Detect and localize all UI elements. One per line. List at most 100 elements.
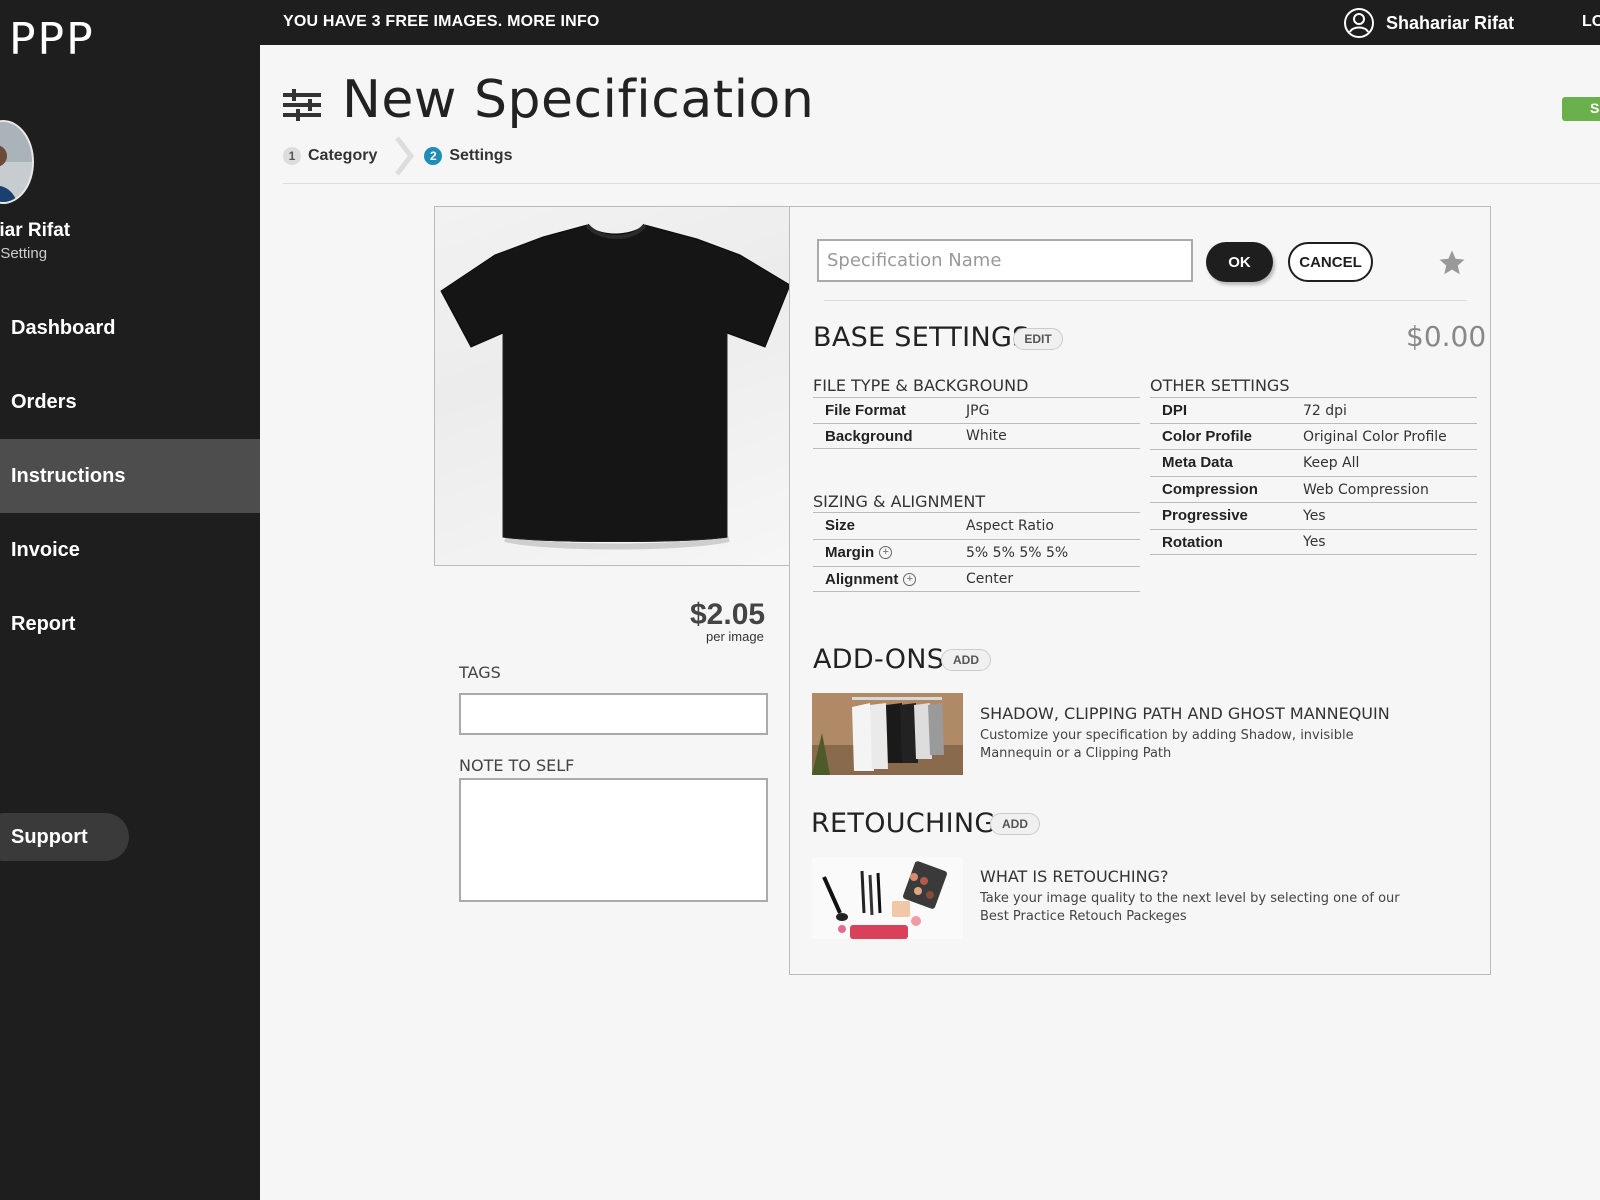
setting-value: JPG	[966, 402, 990, 419]
tshirt-image	[440, 223, 789, 550]
retouching-add-button[interactable]: ADD	[990, 813, 1040, 835]
sidebar-item-label: Instructions	[11, 464, 126, 487]
setting-value: White	[966, 428, 1007, 444]
star-icon[interactable]	[1437, 248, 1467, 278]
sidebar-item-label: Orders	[11, 390, 77, 413]
setting-value: Yes	[1303, 507, 1326, 524]
setting-row: Rotation Yes	[1150, 529, 1477, 555]
setting-value: Original Color Profile	[1303, 428, 1447, 445]
setting-row: Compression Web Compression	[1150, 476, 1477, 502]
setting-value: 5% 5% 5% 5%	[966, 544, 1069, 561]
step-label: Category	[308, 147, 378, 164]
sidebar-item-invoice[interactable]: Invoice	[0, 513, 260, 587]
retouching-thumbnail	[812, 857, 963, 939]
sidebar-item-report[interactable]: Report	[0, 587, 260, 661]
step-number: 2	[424, 147, 443, 165]
setting-row: Alignment + Center	[813, 566, 1140, 592]
setting-key: Margin +	[813, 544, 966, 561]
setting-value: 72 dpi	[1303, 402, 1347, 419]
sizing-group-title: SIZING & ALIGNMENT	[813, 492, 986, 511]
panel-divider	[824, 300, 1467, 301]
retouching-item-title: WHAT IS RETOUCHING?	[980, 867, 1169, 886]
addons-add-button[interactable]: ADD	[941, 649, 991, 671]
setting-value: Web Compression	[1303, 481, 1429, 498]
tags-label: TAGS	[459, 663, 501, 682]
step-settings[interactable]: 2 Settings	[424, 147, 512, 165]
product-image	[434, 206, 790, 566]
sidebar: PPP riar Rifat t Setting Dashboard Order…	[0, 0, 260, 1200]
setting-row: Meta Data Keep All	[1150, 449, 1477, 475]
logout-link[interactable]: LO	[1582, 13, 1600, 31]
avatar[interactable]	[0, 120, 34, 204]
breadcrumb: 1 Category 2 Settings	[283, 136, 512, 176]
edit-button[interactable]: EDIT	[1013, 328, 1063, 350]
setting-key: Alignment +	[813, 571, 966, 588]
setting-key: Size	[825, 517, 856, 534]
page-title: New Specification	[342, 70, 815, 130]
setting-key: Rotation	[1162, 533, 1223, 551]
app-logo[interactable]: PPP	[9, 14, 95, 65]
file-type-group-title: FILE TYPE & BACKGROUND	[813, 376, 1029, 395]
setting-key: Background	[825, 427, 913, 445]
addon-item-title: SHADOW, CLIPPING PATH AND GHOST MANNEQUI…	[980, 704, 1390, 723]
price-per-image: $2.05	[690, 598, 766, 631]
user-icon	[1344, 8, 1374, 38]
setting-key: Progressive	[1162, 507, 1248, 524]
setting-value: Keep All	[1303, 454, 1360, 471]
profile-name: riar Rifat	[0, 220, 71, 241]
free-images-notice[interactable]: YOU HAVE 3 FREE IMAGES. MORE INFO	[283, 13, 600, 31]
retouching-title: RETOUCHING	[811, 808, 996, 839]
addon-thumbnail	[812, 693, 963, 775]
note-label: NOTE TO SELF	[459, 756, 575, 775]
setting-key: Compression	[1162, 481, 1258, 498]
price-unit: per image	[706, 629, 764, 644]
sidebar-item-label: Invoice	[11, 538, 80, 561]
other-settings-group-title: OTHER SETTINGS	[1150, 376, 1290, 395]
avatar-photo	[0, 122, 32, 202]
sidebar-item-label: Report	[11, 612, 76, 635]
cancel-button[interactable]: CANCEL	[1288, 242, 1373, 282]
step-category[interactable]: 1 Category	[283, 147, 377, 165]
step-number: 1	[283, 147, 301, 165]
setting-key: Meta Data	[1162, 454, 1233, 471]
support-button[interactable]: Support	[0, 813, 129, 861]
sidebar-item-orders[interactable]: Orders	[0, 365, 260, 439]
base-settings-total: $0.00	[1406, 320, 1487, 353]
setting-key-text: Alignment	[825, 570, 899, 588]
specification-name-input[interactable]	[817, 239, 1193, 282]
setting-value: Yes	[1303, 534, 1326, 550]
setting-row: Color Profile Original Color Profile	[1150, 423, 1477, 449]
sidebar-item-dashboard[interactable]: Dashboard	[0, 291, 260, 365]
ok-button[interactable]: OK	[1206, 242, 1273, 282]
sidebar-item-instructions[interactable]: Instructions	[0, 439, 260, 513]
save-button[interactable]: Sa	[1562, 97, 1600, 121]
chevron-right-icon	[395, 136, 415, 176]
user-name: Shahariar Rifat	[1386, 12, 1515, 33]
setting-row: Margin + 5% 5% 5% 5%	[813, 539, 1140, 565]
setting-row: File Format JPG	[813, 397, 1140, 423]
sidebar-item-label: Dashboard	[11, 316, 116, 339]
note-textarea[interactable]	[459, 778, 768, 902]
setting-key: DPI	[1162, 402, 1188, 419]
setting-key: Color Profile	[1162, 428, 1253, 445]
setting-row: DPI 72 dpi	[1150, 397, 1477, 423]
plus-circle-icon[interactable]: +	[879, 546, 893, 559]
plus-circle-icon[interactable]: +	[903, 572, 917, 586]
step-label: Settings	[449, 147, 513, 164]
base-settings-title: BASE SETTINGS	[813, 322, 1030, 353]
user-menu[interactable]: Shahariar Rifat	[1343, 7, 1514, 39]
setting-row: Size Aspect Ratio	[813, 512, 1140, 538]
setting-value: Center	[966, 571, 1014, 587]
retouching-item-description: Take your image quality to the next leve…	[980, 891, 1400, 924]
setting-key: File Format	[825, 402, 906, 419]
setting-row: Progressive Yes	[1150, 502, 1477, 528]
addon-item-description: Customize your specification by adding S…	[980, 728, 1354, 761]
tags-input[interactable]	[459, 693, 768, 735]
header-divider	[283, 183, 1600, 184]
addons-title: ADD-ONS	[813, 644, 945, 675]
setting-value: Aspect Ratio	[966, 517, 1054, 534]
setting-row: Background White	[813, 423, 1140, 449]
sliders-icon	[283, 89, 321, 121]
account-setting-link[interactable]: t Setting	[0, 245, 47, 262]
setting-key-text: Margin	[825, 544, 875, 561]
